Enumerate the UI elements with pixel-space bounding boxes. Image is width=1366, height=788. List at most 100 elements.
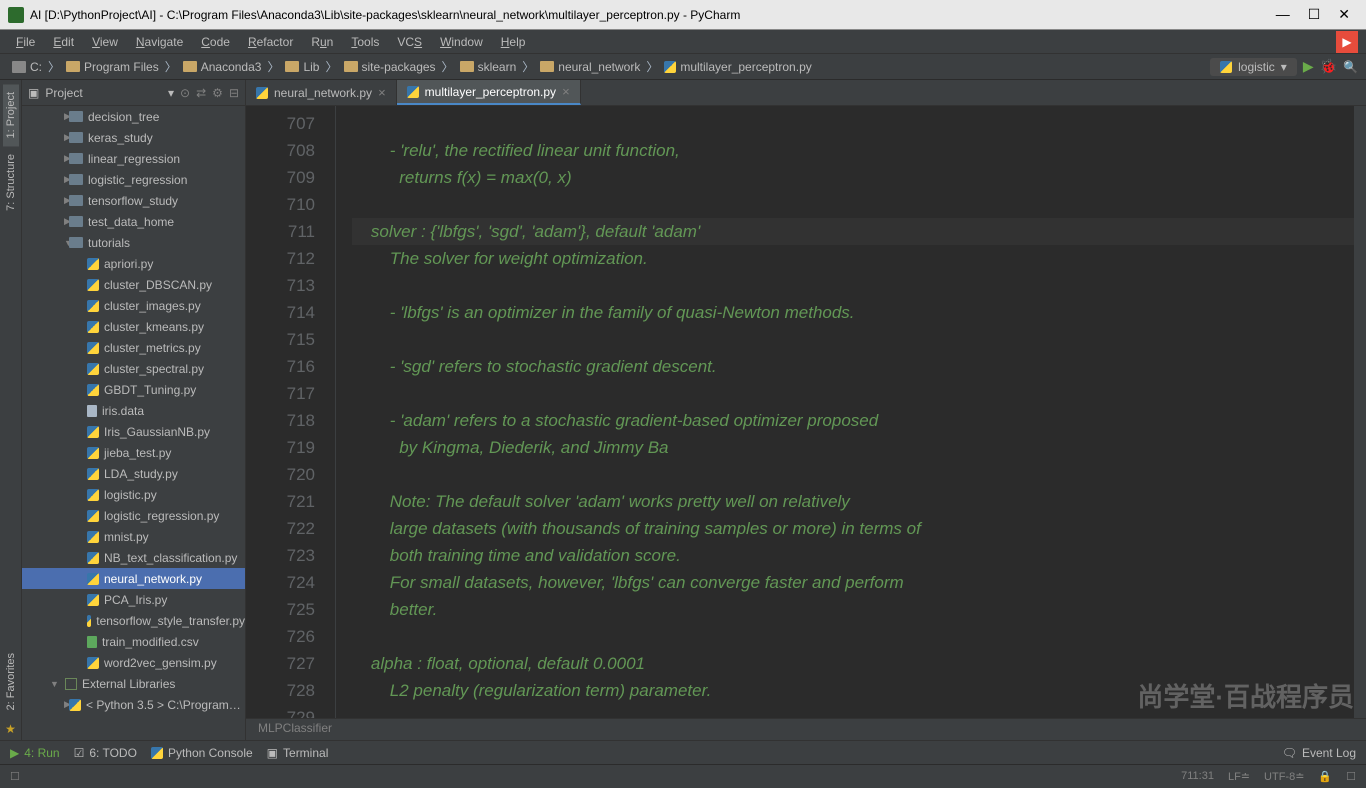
tree-item[interactable]: cluster_spectral.py: [22, 358, 245, 379]
menu-navigate[interactable]: Navigate: [128, 33, 191, 51]
tree-item[interactable]: ▼tutorials: [22, 232, 245, 253]
crumb-item[interactable]: Anaconda3: [179, 60, 266, 74]
stop-run-icon[interactable]: ▶: [1336, 31, 1358, 53]
tree-item[interactable]: jieba_test.py: [22, 442, 245, 463]
python-icon: [151, 747, 163, 759]
tree-item[interactable]: neural_network.py: [22, 568, 245, 589]
tree-item[interactable]: logistic.py: [22, 484, 245, 505]
code-source[interactable]: - 'relu', the rectified linear unit func…: [336, 106, 1354, 718]
hide-icon[interactable]: ⊟: [229, 86, 239, 100]
tree-item[interactable]: ▶keras_study: [22, 127, 245, 148]
minimize-button[interactable]: —: [1276, 6, 1290, 23]
menu-code[interactable]: Code: [193, 33, 238, 51]
status-msg: ☐: [10, 770, 20, 783]
window-title: AI [D:\PythonProject\AI] - C:\Program Fi…: [30, 8, 1276, 22]
tree-item[interactable]: PCA_Iris.py: [22, 589, 245, 610]
search-icon[interactable]: 🔍: [1343, 60, 1358, 74]
tree-item[interactable]: cluster_metrics.py: [22, 337, 245, 358]
tree-label: mnist.py: [104, 530, 149, 544]
bottom-run[interactable]: ▶ 4: Run: [10, 746, 60, 760]
tree-item[interactable]: apriori.py: [22, 253, 245, 274]
right-gutter[interactable]: [1354, 106, 1366, 718]
tree-item[interactable]: cluster_images.py: [22, 295, 245, 316]
project-view-icon[interactable]: ▣: [28, 86, 39, 100]
tab-project[interactable]: 1: Project: [3, 84, 19, 146]
crumb-item[interactable]: neural_network: [536, 60, 644, 74]
menu-vcs[interactable]: VCS: [389, 33, 430, 51]
tree-item[interactable]: logistic_regression.py: [22, 505, 245, 526]
lock-icon[interactable]: 🔒: [1318, 770, 1332, 783]
editor-tab[interactable]: multilayer_perceptron.py ×: [397, 80, 581, 105]
tree-item[interactable]: ▶test_data_home: [22, 211, 245, 232]
bottom-pyconsole[interactable]: Python Console: [151, 746, 253, 760]
line-ending[interactable]: LF≐: [1228, 770, 1250, 783]
tree-item[interactable]: Iris_GaussianNB.py: [22, 421, 245, 442]
crumb-item[interactable]: Lib: [281, 60, 323, 74]
tree-item[interactable]: ▼External Libraries: [22, 673, 245, 694]
menu-edit[interactable]: Edit: [45, 33, 82, 51]
menu-file[interactable]: File: [8, 33, 43, 51]
tree-item[interactable]: ▶decision_tree: [22, 106, 245, 127]
close-button[interactable]: ✕: [1338, 6, 1350, 23]
event-log[interactable]: 🗨 Event Log: [1282, 746, 1356, 760]
tab-structure[interactable]: 7: Structure: [3, 146, 19, 219]
tree-item[interactable]: cluster_kmeans.py: [22, 316, 245, 337]
tree-item[interactable]: ▶tensorflow_study: [22, 190, 245, 211]
collapse-icon[interactable]: ⊙: [180, 86, 190, 100]
menu-view[interactable]: View: [84, 33, 126, 51]
tab-label: multilayer_perceptron.py: [425, 85, 556, 99]
crumb-item[interactable]: Program Files: [62, 60, 163, 74]
tree-label: cluster_metrics.py: [104, 341, 201, 355]
menu-tools[interactable]: Tools: [343, 33, 387, 51]
tree-item[interactable]: NB_text_classification.py: [22, 547, 245, 568]
run-config-selector[interactable]: logistic▾: [1210, 58, 1297, 76]
tree-label: tensorflow_style_transfer.py: [96, 614, 245, 628]
python-icon: [87, 384, 99, 396]
tree-item[interactable]: tensorflow_style_transfer.py: [22, 610, 245, 631]
tree-item[interactable]: GBDT_Tuning.py: [22, 379, 245, 400]
tree-label: tensorflow_study: [88, 194, 178, 208]
caret-position: 711:31: [1181, 770, 1214, 783]
crumb-root[interactable]: C:: [8, 60, 46, 74]
menu-run[interactable]: Run: [303, 33, 341, 51]
menu-refactor[interactable]: Refactor: [240, 33, 301, 51]
python-icon: [87, 279, 99, 291]
encoding[interactable]: UTF-8≐: [1264, 770, 1304, 783]
tree-label: GBDT_Tuning.py: [104, 383, 196, 397]
tree-item[interactable]: cluster_DBSCAN.py: [22, 274, 245, 295]
debug-icon[interactable]: 🐞: [1320, 58, 1337, 75]
close-icon[interactable]: ×: [562, 84, 570, 99]
editor-tab[interactable]: neural_network.py×: [246, 80, 397, 105]
tree-label: cluster_kmeans.py: [104, 320, 204, 334]
tree-item[interactable]: ▶< Python 3.5 > C:\Program…: [22, 694, 245, 715]
tree-item[interactable]: ▶logistic_regression: [22, 169, 245, 190]
crumb-item[interactable]: sklearn: [456, 60, 521, 74]
tree-item[interactable]: ▶linear_regression: [22, 148, 245, 169]
tree-label: LDA_study.py: [104, 467, 178, 481]
tree-label: decision_tree: [88, 110, 159, 124]
tab-favorites[interactable]: 2: Favorites: [3, 645, 19, 718]
settings-icon[interactable]: ⇄: [196, 86, 206, 100]
run-icon[interactable]: ▶: [1303, 58, 1314, 75]
tree-item[interactable]: iris.data: [22, 400, 245, 421]
nav-breadcrumbs: C:〉 Program Files〉 Anaconda3〉 Lib〉 site-…: [0, 54, 1366, 80]
tree-item[interactable]: mnist.py: [22, 526, 245, 547]
tree-item[interactable]: LDA_study.py: [22, 463, 245, 484]
python-icon: [87, 531, 99, 543]
tree-item[interactable]: train_modified.csv: [22, 631, 245, 652]
code-breadcrumb[interactable]: MLPClassifier: [246, 718, 1366, 740]
bottom-terminal[interactable]: ▣ Terminal: [267, 746, 329, 760]
tree-item[interactable]: word2vec_gensim.py: [22, 652, 245, 673]
tree-label: train_modified.csv: [102, 635, 199, 649]
bottom-toolbar: ▶ 4: Run ☑ 6: TODO Python Console ▣ Term…: [0, 740, 1366, 764]
gear-icon[interactable]: ⚙: [212, 86, 223, 100]
maximize-button[interactable]: ☐: [1308, 6, 1321, 23]
crumb-file[interactable]: multilayer_perceptron.py: [660, 60, 815, 74]
project-tree[interactable]: ▶decision_tree▶keras_study▶linear_regres…: [22, 106, 245, 740]
menu-window[interactable]: Window: [432, 33, 491, 51]
menu-help[interactable]: Help: [493, 33, 534, 51]
bottom-todo[interactable]: ☑ 6: TODO: [74, 746, 137, 760]
close-icon[interactable]: ×: [378, 85, 386, 100]
crumb-item[interactable]: site-packages: [340, 60, 440, 74]
folder-icon: [69, 174, 83, 185]
